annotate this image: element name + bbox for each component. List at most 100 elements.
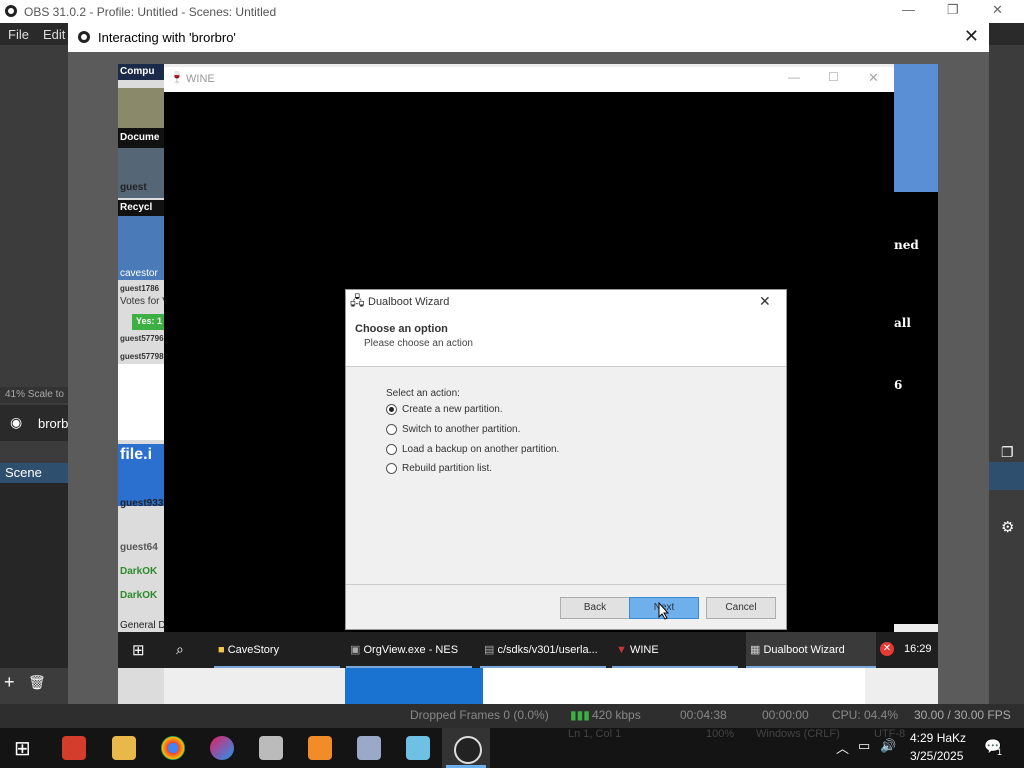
kbps: 420 kbps bbox=[592, 708, 641, 722]
record-time: 00:00:00 bbox=[762, 708, 809, 722]
menu-file[interactable]: File bbox=[8, 27, 29, 42]
option-load-backup[interactable]: Load a backup on another partition. bbox=[386, 444, 559, 455]
wine-icon: ▼ bbox=[616, 644, 627, 656]
close-icon[interactable]: ✕ bbox=[759, 293, 771, 310]
source-row[interactable]: ◉ brorbr bbox=[0, 405, 73, 441]
desktop-label[interactable]: Recycl bbox=[120, 202, 152, 213]
desktop-label[interactable]: file.i bbox=[120, 446, 152, 464]
radio-icon[interactable] bbox=[386, 444, 397, 455]
desktop-label[interactable]: Compu bbox=[120, 66, 154, 77]
maximize-button[interactable]: ❐ bbox=[947, 2, 959, 18]
option-create-partition[interactable]: Create a new partition. bbox=[386, 404, 503, 415]
taskbar-item[interactable]: ▣ OrgView.exe - NES bbox=[346, 632, 472, 668]
editor-cursor-pos: Ln 1, Col 1 bbox=[568, 728, 622, 740]
error-icon[interactable]: ✕ bbox=[880, 642, 894, 656]
remote-clock: 16:29 bbox=[904, 643, 932, 655]
minimize-button[interactable]: — bbox=[902, 2, 915, 17]
wizard-header: 🖧 Dualboot Wizard ✕ Choose an option Ple… bbox=[346, 290, 786, 367]
search-app-icon[interactable] bbox=[308, 736, 332, 760]
dock-icon[interactable]: ❐ bbox=[1001, 444, 1014, 461]
obs-statusbar: Dropped Frames 0 (0.0%) ▮▮▮ 420 kbps 00:… bbox=[0, 704, 1024, 728]
volume-icon[interactable]: 🔊 bbox=[880, 738, 896, 754]
folder-icon: ■ bbox=[218, 644, 225, 656]
app-icon[interactable] bbox=[259, 736, 283, 760]
gear-icon[interactable]: ⚙ bbox=[1001, 518, 1014, 536]
windows-start-icon[interactable]: ⊞ bbox=[14, 736, 31, 761]
clock-time[interactable]: 4:29 HaKz bbox=[910, 731, 966, 745]
app-icon[interactable] bbox=[357, 736, 381, 760]
windows-taskbar: ⊞ Ln 1, Col 1 100% Windows (CRLF) UTF-8 … bbox=[0, 728, 1024, 768]
cursor-icon bbox=[658, 602, 670, 620]
cancel-button[interactable]: Cancel bbox=[706, 597, 776, 619]
editor-zoom: 100% bbox=[706, 728, 735, 740]
option-switch-partition[interactable]: Switch to another partition. bbox=[386, 424, 520, 435]
maximize-button[interactable]: ☐ bbox=[828, 70, 839, 84]
trash-icon[interactable]: 🗑 bbox=[28, 674, 46, 691]
taskbar-item-active[interactable]: ▦ Dualboot Wizard bbox=[746, 632, 876, 668]
close-icon[interactable]: ✕ bbox=[964, 26, 979, 47]
right-highlight bbox=[989, 462, 1024, 490]
clock-date[interactable]: 3/25/2025 bbox=[910, 749, 963, 763]
obs-logo-icon bbox=[78, 31, 90, 43]
divider bbox=[346, 584, 786, 585]
add-icon[interactable]: + bbox=[4, 672, 15, 693]
signal-icon: ▮▮▮ bbox=[570, 708, 590, 722]
wizard-heading: Choose an option bbox=[355, 323, 448, 335]
globe-icon: ◉ bbox=[10, 414, 23, 430]
file-explorer-icon[interactable] bbox=[112, 736, 136, 760]
dualboot-wizard-dialog: 🖧 Dualboot Wizard ✕ Choose an option Ple… bbox=[345, 289, 787, 630]
app-icon[interactable] bbox=[62, 736, 86, 760]
desktop-label: Yes: 1 bbox=[136, 316, 163, 326]
wine-titlebar: 🍷 WINE — ☐ ✕ bbox=[164, 67, 894, 92]
desktop-right-text: ned bbox=[894, 238, 919, 252]
console-icon: ▤ bbox=[484, 644, 495, 656]
wine-title: WINE bbox=[186, 73, 215, 85]
desktop-label[interactable]: Docume bbox=[120, 132, 159, 143]
scene-list bbox=[0, 483, 68, 668]
desktop-right-text: all bbox=[894, 316, 911, 330]
chrome-icon[interactable] bbox=[161, 736, 185, 760]
obs-logo-icon bbox=[5, 5, 17, 17]
desktop-bottom-blue bbox=[345, 668, 483, 704]
wizard-icon: ▦ bbox=[750, 644, 761, 656]
taskbar-item[interactable]: ■ CaveStory bbox=[214, 632, 340, 668]
search-icon[interactable]: ⌕ bbox=[176, 641, 184, 658]
desktop-label: Votes for V bbox=[120, 296, 169, 307]
close-button[interactable]: ✕ bbox=[868, 70, 879, 86]
desktop-label[interactable]: cavestor bbox=[120, 268, 158, 279]
radio-icon[interactable] bbox=[386, 463, 397, 474]
cpu-usage: CPU: 04.4% bbox=[832, 708, 899, 722]
wizard-title: Dualboot Wizard bbox=[368, 296, 450, 308]
desktop-label: guest57796 bbox=[120, 334, 164, 343]
taskbar-item[interactable]: ▤ c/sdks/v301/userla... bbox=[480, 632, 606, 668]
windows-start-icon[interactable]: ⊞ bbox=[132, 641, 145, 659]
interact-titlebar: Interacting with 'brorbro' ✕ bbox=[68, 23, 989, 52]
radio-icon[interactable] bbox=[386, 404, 397, 415]
wizard-subheading: Please choose an action bbox=[364, 338, 473, 349]
desktop-label: guest1786 bbox=[120, 284, 160, 293]
app-icon[interactable] bbox=[406, 736, 430, 760]
obs-icon bbox=[454, 736, 482, 764]
network-icon[interactable]: ▭ bbox=[858, 738, 870, 754]
option-rebuild-list[interactable]: Rebuild partition list. bbox=[386, 463, 492, 474]
desktop-label: DarkOK bbox=[120, 590, 158, 601]
obs-taskbar-button[interactable] bbox=[442, 728, 490, 768]
menu-edit[interactable]: Edit bbox=[43, 27, 65, 42]
radio-icon[interactable] bbox=[386, 424, 397, 435]
back-button[interactable]: Back bbox=[560, 597, 630, 619]
desktop-right-image bbox=[894, 64, 938, 192]
obs-titlebar: OBS 31.0.2 - Profile: Untitled - Scenes:… bbox=[0, 0, 1024, 23]
minimize-button[interactable]: — bbox=[788, 70, 800, 84]
dropped-frames: Dropped Frames 0 (0.0%) bbox=[410, 708, 549, 722]
close-button[interactable]: ✕ bbox=[992, 2, 1003, 18]
desktop-label: guest57798 bbox=[120, 352, 164, 361]
desktop-right-text: 6 bbox=[894, 378, 903, 392]
desktop-label[interactable]: guest bbox=[120, 182, 147, 193]
stream-time: 00:04:38 bbox=[680, 708, 727, 722]
chevron-up-icon[interactable]: ︿ bbox=[836, 738, 849, 757]
editor-eol: Windows (CRLF) bbox=[756, 728, 840, 740]
taskbar-item[interactable]: ▼ WINE bbox=[612, 632, 738, 668]
desktop-label: guest64 bbox=[120, 542, 158, 553]
app-icon[interactable] bbox=[210, 736, 234, 760]
desktop-label: DarkOK bbox=[120, 566, 158, 577]
